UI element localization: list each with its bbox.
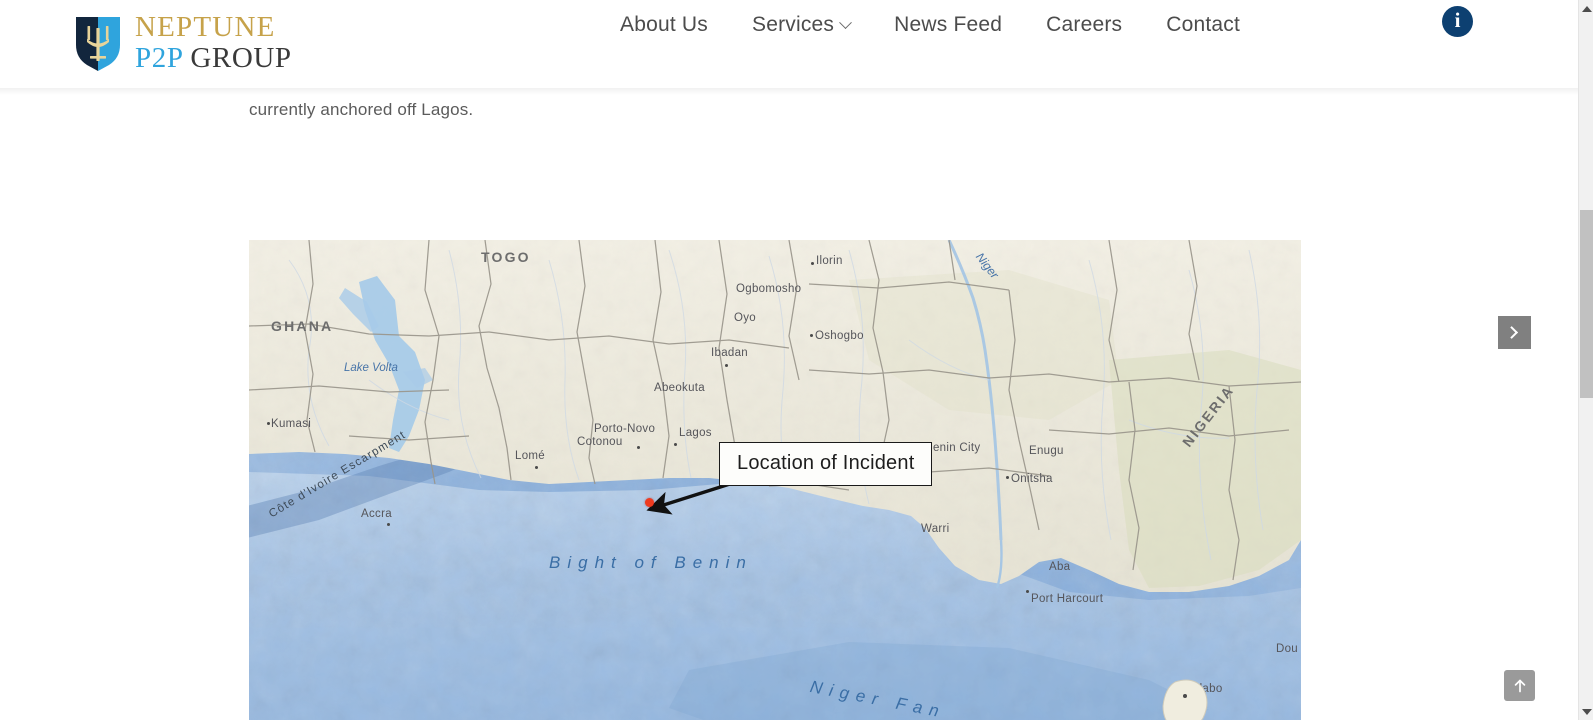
scrollbar-up-button[interactable]: [1579, 0, 1593, 17]
nav-label: News Feed: [894, 13, 1003, 36]
map-city-dot: [535, 466, 538, 469]
map-city-dot: [1026, 590, 1029, 593]
map-city-dot: [387, 523, 390, 526]
nav-item-services[interactable]: Services: [730, 13, 872, 37]
logo-wordmark: NEPTUNE P2P GROUP: [135, 13, 292, 75]
map-city-dot: [637, 446, 640, 449]
brand-line-neptune: NEPTUNE: [135, 11, 276, 43]
map-island-bioko: [1162, 679, 1208, 720]
nav-item-news-feed[interactable]: News Feed: [872, 13, 1024, 37]
nav-label: Careers: [1046, 13, 1123, 36]
map-city-dot: [1006, 476, 1009, 479]
map-city-dot: [725, 364, 728, 367]
map-city-dot: [674, 443, 677, 446]
article-paragraph: currently anchored off Lagos.: [249, 100, 474, 119]
chevron-down-icon: [839, 15, 852, 29]
incident-marker-dot[interactable]: [645, 498, 654, 507]
brand-group-text: GROUP: [182, 42, 292, 74]
incident-location-map[interactable]: GHANA TOGO NIGERIA Lake Volta Niger Bigh…: [249, 240, 1301, 720]
main-navigation: About Us Services News Feed Careers Cont…: [598, 0, 1262, 88]
page-scrollbar[interactable]: [1578, 0, 1593, 720]
back-to-top-button[interactable]: [1504, 670, 1535, 701]
triangle-down-icon: [1581, 708, 1592, 715]
nav-item-contact[interactable]: Contact: [1144, 13, 1262, 37]
map-city-dot: [811, 262, 814, 265]
scrollbar-thumb[interactable]: [1580, 210, 1593, 398]
map-city-dot: [810, 334, 813, 337]
browser-viewport: NEPTUNE P2P GROUP About Us Services News…: [0, 0, 1578, 720]
map-city-dot: [267, 422, 270, 425]
brand-p2p-text: P2P: [135, 42, 183, 74]
page-root: NEPTUNE P2P GROUP About Us Services News…: [0, 0, 1593, 720]
info-circle-icon[interactable]: i: [1442, 6, 1473, 37]
site-logo[interactable]: NEPTUNE P2P GROUP: [74, 10, 292, 78]
nav-item-careers[interactable]: Careers: [1024, 13, 1144, 37]
nav-label: Services: [751, 13, 835, 36]
brand-line-p2p-group: P2P GROUP: [135, 44, 292, 73]
nav-label: Contact: [1166, 13, 1240, 36]
info-glyph: i: [1454, 8, 1461, 32]
chevron-right-icon: [1505, 326, 1519, 339]
scrollbar-down-button[interactable]: [1579, 703, 1593, 720]
nav-item-about-us[interactable]: About Us: [598, 13, 730, 37]
incident-callout-label: Location of Incident: [737, 452, 915, 474]
slider-next-button[interactable]: [1498, 316, 1531, 349]
nav-label: About Us: [620, 13, 708, 36]
neptune-trident-shield-icon: [74, 15, 122, 73]
incident-callout-box[interactable]: Location of Incident: [719, 442, 933, 486]
arrow-up-icon: [1514, 679, 1525, 692]
site-header: NEPTUNE P2P GROUP About Us Services News…: [0, 0, 1578, 95]
triangle-up-icon: [1581, 5, 1592, 12]
